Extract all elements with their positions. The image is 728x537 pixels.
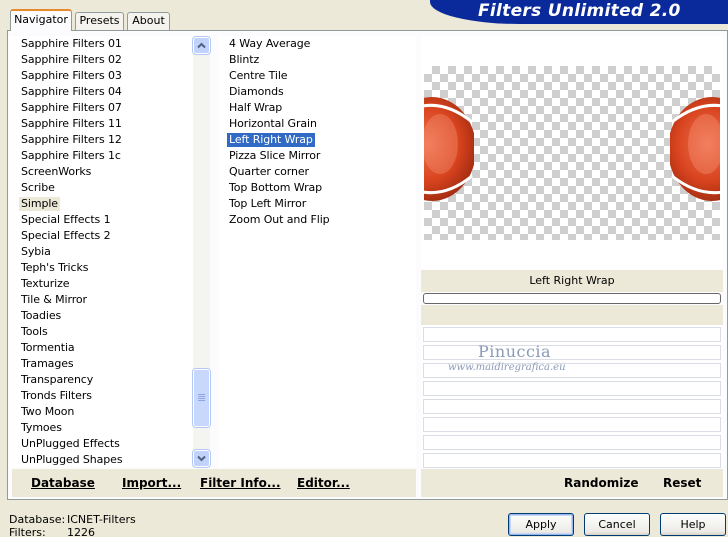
category-item[interactable]: Tronds Filters bbox=[19, 389, 94, 403]
chevron-down-icon bbox=[197, 455, 206, 462]
control-slot bbox=[423, 453, 721, 468]
category-item[interactable]: Tools bbox=[19, 325, 50, 339]
orb-left-image bbox=[424, 97, 474, 201]
editor-button[interactable]: Editor... bbox=[297, 476, 350, 490]
category-item[interactable]: Special Effects 1 bbox=[19, 213, 112, 227]
database-value: ICNET-Filters bbox=[67, 513, 136, 526]
filter-item[interactable]: Blintz bbox=[227, 53, 261, 67]
category-item[interactable]: Texturize bbox=[19, 277, 71, 291]
current-filter-label: Left Right Wrap bbox=[421, 270, 723, 292]
category-item[interactable]: Tile & Mirror bbox=[19, 293, 89, 307]
filter-item[interactable]: Diamonds bbox=[227, 85, 286, 99]
filters-count-value: 1226 bbox=[67, 526, 95, 537]
category-item[interactable]: Sapphire Filters 02 bbox=[19, 53, 124, 67]
category-item[interactable]: Scribe bbox=[19, 181, 57, 195]
filter-item[interactable]: Centre Tile bbox=[227, 69, 289, 83]
scroll-thumb[interactable] bbox=[192, 368, 211, 428]
apply-button[interactable]: Apply bbox=[508, 513, 574, 536]
filter-item[interactable]: Top Bottom Wrap bbox=[227, 181, 324, 195]
database-label: Database: bbox=[9, 513, 66, 526]
filter-item[interactable]: Top Left Mirror bbox=[227, 197, 308, 211]
reset-button[interactable]: Reset bbox=[663, 476, 701, 490]
filter-info-button[interactable]: Filter Info... bbox=[200, 476, 281, 490]
category-item[interactable]: Sapphire Filters 04 bbox=[19, 85, 124, 99]
scroll-down-button[interactable] bbox=[192, 449, 211, 468]
category-item[interactable]: Sapphire Filters 01 bbox=[19, 37, 124, 51]
control-slot bbox=[423, 345, 721, 360]
controls-header bbox=[421, 305, 723, 325]
tab-about[interactable]: About bbox=[127, 12, 170, 30]
randomize-button[interactable]: Randomize bbox=[564, 476, 638, 490]
category-item[interactable]: Sapphire Filters 11 bbox=[19, 117, 124, 131]
filter-list[interactable]: 4 Way Average Blintz Centre Tile Diamonds Ha… bbox=[218, 36, 416, 467]
category-item[interactable]: Tramages bbox=[19, 357, 76, 371]
control-slot bbox=[423, 399, 721, 414]
filter-item[interactable]: Pizza Slice Mirror bbox=[227, 149, 322, 163]
watermark-name: Pinuccia bbox=[478, 342, 552, 361]
scroll-up-button[interactable] bbox=[192, 36, 211, 55]
cancel-button[interactable]: Cancel bbox=[584, 513, 650, 536]
control-slot bbox=[423, 417, 721, 432]
orb-right-image bbox=[670, 97, 720, 201]
category-item[interactable]: Sapphire Filters 12 bbox=[19, 133, 124, 147]
control-slot bbox=[423, 435, 721, 450]
control-slot bbox=[423, 381, 721, 396]
control-slot bbox=[423, 327, 721, 342]
chevron-up-icon bbox=[197, 42, 206, 49]
category-item[interactable]: Tymoes bbox=[19, 421, 64, 435]
category-item[interactable]: Sybia bbox=[19, 245, 53, 259]
category-item[interactable]: Special Effects 2 bbox=[19, 229, 112, 243]
app-title-banner: Filters Unlimited 2.0 bbox=[430, 0, 728, 24]
filter-item[interactable]: Zoom Out and Flip bbox=[227, 213, 332, 227]
category-item[interactable]: Sapphire Filters 03 bbox=[19, 69, 124, 83]
category-item[interactable]: UnPlugged Shapes bbox=[19, 453, 124, 467]
database-button[interactable]: Database bbox=[31, 476, 95, 490]
progress-bar bbox=[423, 293, 721, 304]
category-item[interactable]: Sapphire Filters 1c bbox=[19, 149, 123, 163]
filter-item[interactable]: Left Right Wrap bbox=[227, 133, 315, 147]
category-item[interactable]: Two Moon bbox=[19, 405, 76, 419]
category-item[interactable]: ScreenWorks bbox=[19, 165, 93, 179]
import-button[interactable]: Import... bbox=[122, 476, 181, 490]
category-item[interactable]: Simple bbox=[19, 197, 60, 211]
filters-count-label: Filters: bbox=[9, 526, 46, 537]
filter-item[interactable]: 4 Way Average bbox=[227, 37, 312, 51]
category-item[interactable]: Toadies bbox=[19, 309, 63, 323]
tab-navigator[interactable]: Navigator bbox=[10, 9, 72, 31]
category-list[interactable]: Sapphire Filters 01 Sapphire Filters 02 Sa… bbox=[9, 36, 209, 467]
filter-item[interactable]: Half Wrap bbox=[227, 101, 284, 115]
watermark-url: www.maidiregrafica.eu bbox=[448, 362, 566, 373]
preview-image bbox=[424, 66, 720, 240]
category-item[interactable]: Sapphire Filters 07 bbox=[19, 101, 124, 115]
tab-presets[interactable]: Presets bbox=[75, 12, 124, 30]
category-item[interactable]: Transparency bbox=[19, 373, 95, 387]
category-item[interactable]: UnPlugged Effects bbox=[19, 437, 122, 451]
category-scrollbar[interactable] bbox=[192, 36, 211, 468]
category-item[interactable]: Tormentia bbox=[19, 341, 77, 355]
filter-item[interactable]: Quarter corner bbox=[227, 165, 311, 179]
category-item[interactable]: Teph's Tricks bbox=[19, 261, 90, 275]
help-button[interactable]: Help bbox=[660, 513, 726, 536]
filter-item[interactable]: Horizontal Grain bbox=[227, 117, 319, 131]
